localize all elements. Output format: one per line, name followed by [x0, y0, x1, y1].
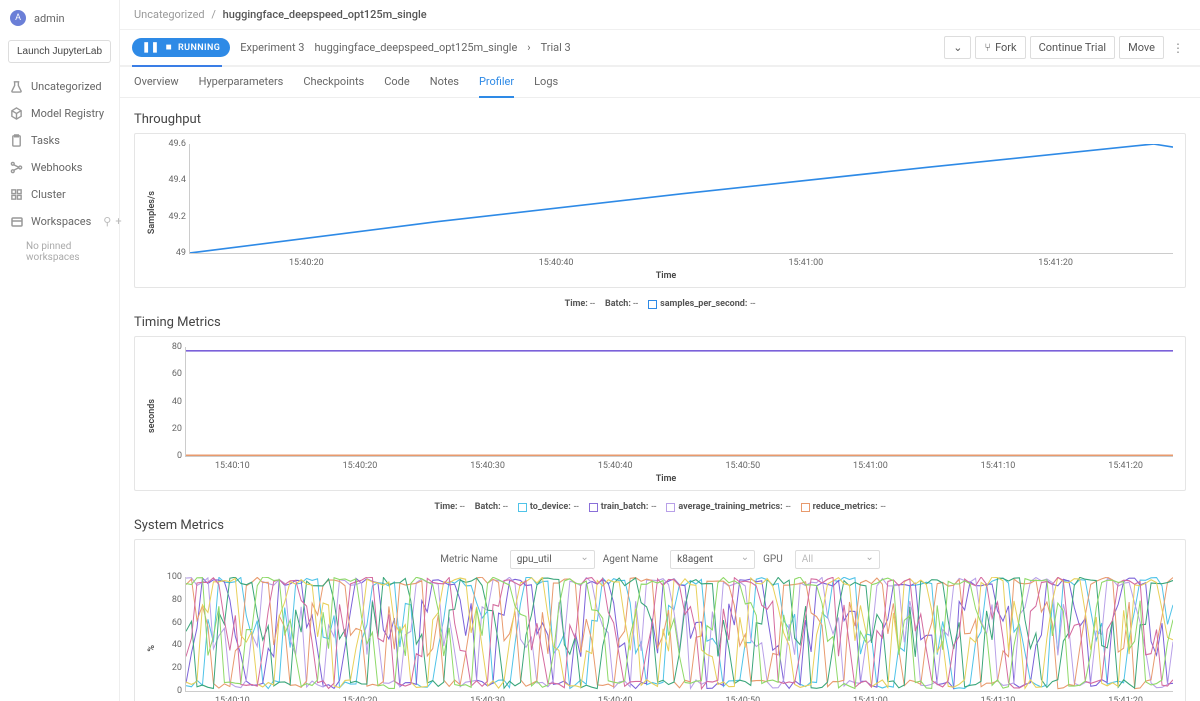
gpu-select[interactable]: All	[795, 550, 880, 569]
tab-profiler[interactable]: Profiler	[479, 75, 514, 98]
throughput-chart: Samples/s 4949.249.449.6 15:40:2015:40:4…	[134, 133, 1186, 288]
x-axis-label: Time	[159, 474, 1173, 484]
breadcrumb: Uncategorized / huggingface_deepspeed_op…	[120, 0, 1200, 30]
breadcrumb-current: huggingface_deepspeed_opt125m_single	[223, 8, 427, 21]
avatar: A	[10, 10, 26, 26]
trial-dropdown[interactable]: ⌄	[944, 36, 971, 59]
user-name: admin	[34, 12, 65, 25]
flask-icon	[10, 80, 23, 93]
clipboard-icon	[10, 134, 23, 147]
nodes-icon	[10, 161, 23, 174]
move-button[interactable]: Move	[1119, 36, 1164, 59]
section-title-timing: Timing Metrics	[134, 315, 1186, 330]
sidebar-item-label: Workspaces	[31, 215, 91, 228]
cube-icon	[10, 107, 23, 120]
tab-code[interactable]: Code	[384, 75, 409, 97]
sidebar: A admin Launch JupyterLab Uncategorized M…	[0, 0, 120, 701]
trial-label: Trial 3	[541, 41, 571, 54]
sidebar-item-tasks[interactable]: Tasks	[0, 127, 119, 154]
system-chart: Metric Name gpu_util Agent Name k8agent …	[134, 539, 1186, 701]
sidebar-item-label: Cluster	[31, 188, 66, 201]
pinned-workspaces-empty: No pinned workspaces	[0, 235, 119, 263]
breadcrumb-parent[interactable]: Uncategorized	[134, 8, 205, 21]
continue-trial-button[interactable]: Continue Trial	[1030, 36, 1116, 59]
tab-notes[interactable]: Notes	[430, 75, 459, 97]
launch-jupyterlab-button[interactable]: Launch JupyterLab	[8, 40, 111, 63]
agent-name-select[interactable]: k8agent	[670, 550, 755, 569]
tabs: Overview Hyperparameters Checkpoints Code No…	[120, 67, 1200, 98]
timing-chart: seconds 020406080 15:40:1015:40:2015:40:…	[134, 336, 1186, 491]
timing-legend: Time: --Batch: --to_device: --train_batc…	[134, 497, 1186, 514]
sidebar-item-cluster[interactable]: Cluster	[0, 181, 119, 208]
sidebar-item-label: Model Registry	[31, 107, 104, 120]
section-title-throughput: Throughput	[134, 112, 1186, 127]
tab-logs[interactable]: Logs	[534, 75, 558, 97]
tab-hyperparameters[interactable]: Hyperparameters	[199, 75, 284, 97]
workspace-search-icon[interactable]: ⚲	[101, 215, 113, 228]
experiment-label: Experiment 3	[240, 41, 304, 54]
x-axis-label: Time	[159, 271, 1173, 281]
agent-name-label: Agent Name	[603, 554, 658, 565]
profiler-content: Throughput Samples/s 4949.249.449.6 15:4…	[120, 98, 1200, 701]
metric-name-label: Metric Name	[440, 554, 498, 565]
user-block[interactable]: A admin	[0, 6, 119, 34]
model-label: huggingface_deepspeed_opt125m_single	[314, 41, 517, 54]
metric-name-select[interactable]: gpu_util	[510, 550, 595, 569]
sidebar-item-label: Webhooks	[31, 161, 82, 174]
throughput-legend: Time: -- Batch: -- samples_per_second: -…	[134, 294, 1186, 311]
sidebar-item-workspaces[interactable]: Workspaces	[0, 208, 101, 235]
status-text: RUNNING	[178, 43, 220, 53]
sidebar-item-webhooks[interactable]: Webhooks	[0, 154, 119, 181]
stop-icon[interactable]: ■	[166, 42, 172, 53]
chevron-right-icon: ›	[527, 41, 530, 54]
fork-icon: ⑂	[984, 41, 991, 54]
fork-button[interactable]: ⑂Fork	[975, 36, 1025, 59]
more-menu-icon[interactable]: ⋮	[1168, 37, 1188, 59]
main: Uncategorized / huggingface_deepspeed_op…	[120, 0, 1200, 701]
cluster-icon	[10, 188, 23, 201]
sidebar-item-model-registry[interactable]: Model Registry	[0, 100, 119, 127]
sidebar-item-label: Tasks	[31, 134, 60, 147]
gpu-label: GPU	[763, 554, 783, 565]
y-axis-label: Samples/s	[147, 191, 157, 234]
tab-overview[interactable]: Overview	[134, 75, 179, 97]
sidebar-item-uncategorized[interactable]: Uncategorized	[0, 73, 119, 100]
tab-checkpoints[interactable]: Checkpoints	[303, 75, 364, 97]
workspace-icon	[10, 215, 23, 228]
experiment-header: ❚❚ ■ RUNNING Experiment 3 huggingface_de…	[120, 30, 1200, 67]
sidebar-item-label: Uncategorized	[31, 80, 102, 93]
section-title-system: System Metrics	[134, 518, 1186, 533]
status-pill[interactable]: ❚❚ ■ RUNNING	[132, 38, 230, 57]
pause-icon[interactable]: ❚❚	[142, 42, 160, 53]
